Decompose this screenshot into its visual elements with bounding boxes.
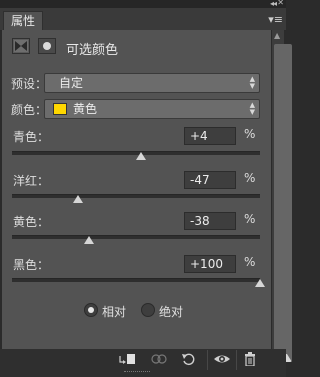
relative-label: 相对 (102, 305, 127, 319)
visibility-eye-icon[interactable] (213, 352, 231, 368)
magenta-input[interactable]: -47 (184, 171, 236, 189)
relative-radio[interactable] (84, 303, 98, 317)
cyan-label: 青色： (13, 130, 50, 144)
properties-panel: 可选颜色 预设： 自定 ▲ ▼ 颜色： 黄色 ▲ ▼ 青色： +4 % 洋红： -4… (2, 30, 271, 368)
trash-glyph (245, 352, 255, 367)
view-previous-icon[interactable] (150, 352, 168, 368)
magenta-slider-handle[interactable] (72, 195, 83, 203)
color-value: 黄色 (73, 102, 98, 116)
black-slider-track[interactable] (12, 278, 260, 282)
eye-glyph (214, 355, 230, 363)
yellow-slider-track[interactable] (12, 235, 260, 239)
close-icon[interactable]: ✕ (277, 0, 284, 7)
scrollbar-thumb[interactable] (274, 44, 292, 362)
cyan-slider-handle[interactable] (135, 152, 146, 160)
trash-icon[interactable] (241, 352, 259, 368)
view-previous-glyph (151, 354, 167, 364)
preset-select[interactable]: 自定 ▲ ▼ (44, 73, 260, 93)
panel-top-strip (0, 0, 286, 8)
panel-scrollbar[interactable]: ▲ ▼ (272, 30, 292, 368)
selective-color-icon (12, 38, 30, 54)
magenta-label: 洋红： (13, 174, 50, 188)
yellow-slider-handle[interactable] (83, 236, 94, 244)
black-input[interactable]: +100 (184, 255, 236, 273)
absolute-label: 绝对 (159, 305, 184, 319)
scroll-up-icon[interactable]: ▲ (274, 32, 280, 40)
color-swatch (53, 103, 67, 115)
yellow-input[interactable]: -38 (184, 212, 236, 230)
panel-menu-icon[interactable]: ▾≡ (268, 14, 283, 25)
select-arrows-icon: ▲ ▼ (249, 101, 255, 116)
cyan-percent: % (244, 127, 256, 141)
toolbar-separator (236, 350, 237, 370)
preset-label: 预设： (11, 77, 48, 91)
black-percent: % (244, 255, 256, 269)
selective-color-glyph (14, 40, 28, 52)
double-chevron-icon[interactable]: ◂◂ (270, 0, 277, 8)
preset-value: 自定 (59, 76, 84, 90)
yellow-label: 黄色： (13, 215, 50, 229)
resize-grip[interactable] (124, 371, 150, 374)
color-select[interactable]: 黄色 ▲ ▼ (44, 99, 260, 119)
reset-icon[interactable] (180, 352, 198, 368)
tab-bar: 属性 ▾≡ (0, 8, 286, 31)
toolbar-separator (207, 350, 208, 370)
clip-to-layer-icon[interactable] (118, 352, 136, 368)
yellow-percent: % (244, 212, 256, 226)
magenta-slider-track[interactable] (12, 194, 260, 198)
panel-title: 可选颜色 (66, 43, 119, 58)
clip-glyph (119, 354, 135, 364)
cyan-input[interactable]: +4 (184, 127, 236, 145)
layer-mask-icon[interactable] (38, 38, 56, 54)
color-label: 颜色： (11, 103, 48, 117)
magenta-percent: % (244, 171, 256, 185)
black-label: 黑色： (13, 258, 50, 272)
absolute-radio[interactable] (141, 303, 155, 317)
reset-glyph (182, 353, 195, 366)
tab-properties[interactable]: 属性 (3, 11, 43, 31)
select-arrows-icon: ▲ ▼ (249, 75, 255, 90)
black-slider-handle[interactable] (255, 279, 265, 287)
